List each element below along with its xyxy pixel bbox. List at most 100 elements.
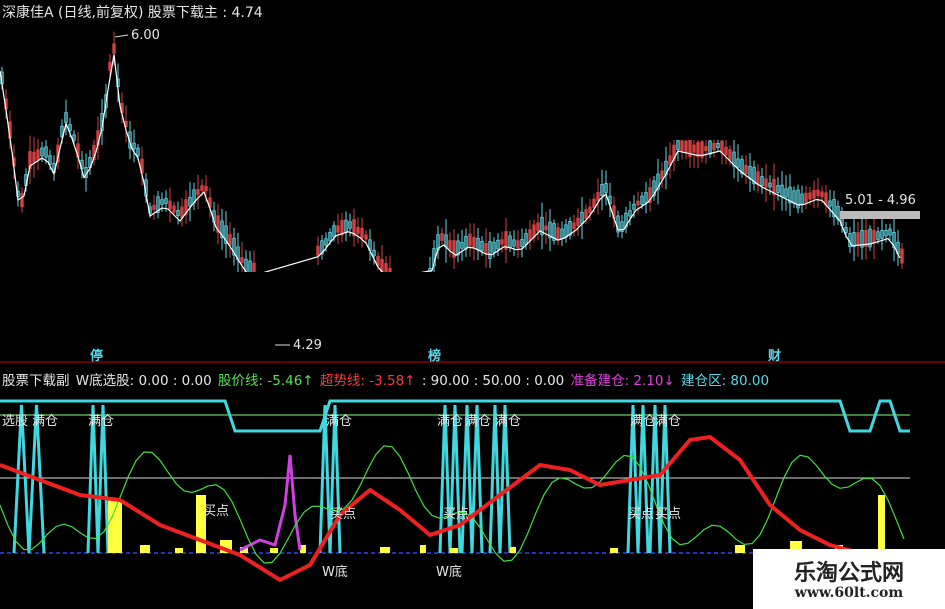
- candle-body: [572, 222, 576, 229]
- candle-body: [808, 192, 812, 200]
- candle-body: [660, 170, 664, 180]
- range-label: 5.01 - 4.96: [845, 193, 916, 208]
- candle-body: [180, 206, 184, 219]
- signal-bar: [270, 548, 278, 553]
- candle-body: [636, 200, 640, 206]
- candle-body: [360, 227, 364, 239]
- candle-body: [596, 192, 600, 202]
- signal-label-mancang: 满仓: [88, 414, 115, 429]
- low-price-label: 4.29: [293, 338, 322, 353]
- signal-label-mancang: 满仓: [326, 414, 353, 429]
- signal-label-mancang: 满仓: [465, 414, 492, 429]
- signal-bar: [108, 500, 122, 553]
- candle-body: [712, 142, 716, 151]
- watermark: 乐淘公式网 www.60lt.com: [753, 549, 945, 609]
- candle-body: [820, 191, 824, 198]
- candle-body: [200, 185, 204, 191]
- candle-body: [804, 192, 808, 203]
- watermark-title: 乐淘公式网: [793, 560, 904, 586]
- signal-bar: [510, 547, 516, 553]
- trend-line: [0, 434, 881, 583]
- candle-body: [900, 248, 904, 264]
- signal-label-mancang: 满仓: [630, 414, 657, 429]
- chart-mode[interactable]: (日线,前复权): [58, 5, 143, 21]
- signal-bar: [878, 495, 885, 553]
- occlusion-block: [535, 0, 945, 140]
- range-bar: [840, 211, 920, 219]
- candle-body: [484, 242, 488, 254]
- candle-body: [336, 225, 340, 233]
- signal-label-wdi: W底: [436, 565, 462, 580]
- event-marker-finance[interactable]: 财: [768, 345, 781, 364]
- candle-body: [812, 190, 816, 199]
- candle-body: [720, 140, 724, 154]
- candle-body: [856, 232, 860, 247]
- indicator-value: : 4.74: [222, 5, 263, 21]
- candle-body: [704, 146, 708, 151]
- stock-name[interactable]: 深康佳A: [2, 5, 54, 21]
- signal-bar: [450, 548, 458, 553]
- signal-label-mancang: 满仓: [495, 414, 522, 429]
- candle-body: [168, 200, 172, 210]
- signal-label-maidian: 买点: [330, 507, 357, 522]
- signal-label-maidian: 买点: [628, 507, 655, 522]
- candle-body: [576, 217, 580, 227]
- candle-body: [684, 140, 688, 153]
- signal-bar: [380, 547, 390, 553]
- candle-body: [544, 225, 548, 231]
- signal-label-mancang: 满仓: [437, 414, 464, 429]
- signal-label-xuangu: 选股: [2, 414, 29, 429]
- signal-bar: [140, 545, 150, 553]
- candle-body: [592, 198, 596, 209]
- indicator-name[interactable]: 股票下载主: [148, 5, 218, 21]
- signal-label-wdi: W底: [322, 565, 348, 580]
- candle-body: [692, 144, 696, 153]
- candle-body: [204, 185, 208, 192]
- candle-body: [584, 209, 588, 219]
- candle-body: [528, 229, 532, 241]
- candle-body: [872, 229, 876, 244]
- occlusion-block: [180, 272, 765, 336]
- signal-label-mancang: 满仓: [32, 414, 59, 429]
- signal-label-maidian: 买点: [655, 507, 682, 522]
- candle-body: [728, 149, 732, 161]
- candle-body: [764, 178, 768, 188]
- candle-body: [364, 234, 368, 240]
- event-marker-rank[interactable]: 榜: [428, 345, 441, 364]
- signal-label-maidian: 买点: [203, 504, 230, 519]
- candle-body: [816, 189, 820, 196]
- main-header: 深康佳A (日线,前复权) 股票下载主 : 4.74: [2, 2, 263, 22]
- event-marker-halt[interactable]: 停: [90, 345, 103, 364]
- signal-bar: [735, 545, 745, 553]
- candle-body: [744, 164, 748, 175]
- candle-body: [152, 204, 156, 210]
- candle-body: [500, 239, 504, 245]
- candle-body: [696, 142, 700, 158]
- signal-bar: [420, 545, 426, 553]
- candle-body: [240, 257, 244, 263]
- prepare-build-line: [239, 454, 302, 552]
- candle-body: [228, 234, 232, 246]
- candle-body: [516, 240, 520, 249]
- candle-body: [556, 227, 560, 241]
- candle-body: [112, 43, 116, 54]
- candle-body: [36, 149, 40, 161]
- candle-body: [20, 192, 24, 208]
- candle-body: [440, 233, 444, 241]
- candle-body: [340, 220, 344, 236]
- candle-body: [468, 233, 472, 247]
- candle-body: [356, 226, 360, 234]
- candle-body: [316, 245, 320, 256]
- candle-body: [196, 189, 200, 195]
- candle-body: [680, 140, 684, 152]
- candle-body: [172, 205, 176, 213]
- candle-body: [448, 240, 452, 250]
- signal-bar: [175, 548, 183, 553]
- candle-body: [32, 151, 36, 163]
- candle-body: [472, 236, 476, 248]
- high-price-label: 6.00: [131, 28, 160, 43]
- signal-label-mancang: 满仓: [655, 414, 682, 429]
- candle-body: [536, 222, 540, 232]
- signal-label-maidian: 买点: [443, 507, 470, 522]
- price-chart[interactable]: [0, 0, 945, 365]
